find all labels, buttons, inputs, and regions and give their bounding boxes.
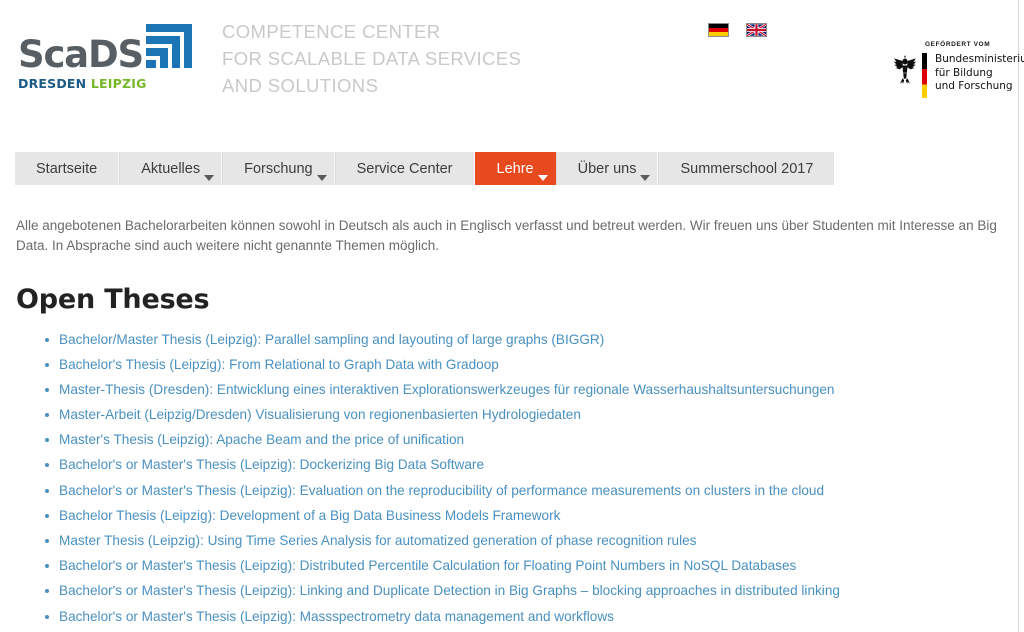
thesis-link[interactable]: Master Thesis (Leipzig): Using Time Seri… [59, 533, 696, 548]
logo-subtitle: DRESDEN LEIPZIG [18, 77, 188, 91]
funder-name-line-2: für Bildung [935, 66, 993, 79]
logo-city-leipzig: LEIPZIG [90, 76, 147, 91]
funder-logo: GEFÖRDERT VOM Bundesministeriu für Bildu… [893, 41, 1024, 98]
nested-corner-bars-icon [145, 24, 192, 73]
list-item: Master's Thesis (Leipzig): Apache Beam a… [45, 431, 1006, 449]
list-item: Master-Arbeit (Leipzig/Dresden) Visualis… [45, 406, 1006, 424]
site-header: ScaDS DRESDEN LEIPZIG COMPETENCE CENTER … [0, 0, 1024, 138]
language-switcher [708, 23, 767, 37]
open-theses-list: Bachelor/Master Thesis (Leipzig): Parall… [16, 331, 1006, 632]
thesis-link[interactable]: Master's Thesis (Leipzig): Apache Beam a… [59, 432, 464, 447]
list-item: Bachelor Thesis (Leipzig): Development o… [45, 507, 1006, 525]
chevron-down-icon [316, 175, 327, 181]
german-flag-icon[interactable] [708, 23, 729, 37]
chevron-down-icon [640, 175, 651, 181]
nav-item-aktuelles[interactable]: Aktuelles [119, 152, 223, 185]
uk-flag-icon[interactable] [746, 23, 767, 37]
nav-item-label: Lehre [496, 160, 534, 177]
logo-row: ScaDS [18, 24, 192, 76]
thesis-link[interactable]: Bachelor's or Master's Thesis (Leipzig):… [59, 583, 840, 598]
page-frame: ScaDS DRESDEN LEIPZIG COMPETENCE CENTER … [0, 0, 1024, 632]
thesis-link[interactable]: Master-Thesis (Dresden): Entwicklung ein… [59, 382, 834, 397]
list-item: Master-Thesis (Dresden): Entwicklung ein… [45, 381, 1006, 399]
chevron-down-icon [537, 175, 548, 181]
list-item: Bachelor's Thesis (Leipzig): From Relati… [45, 356, 1006, 374]
logo-city-dresden: DRESDEN [18, 76, 87, 91]
thesis-link[interactable]: Master-Arbeit (Leipzig/Dresden) Visualis… [59, 407, 581, 422]
page-title: Open Theses [16, 283, 210, 315]
tagline-line-2: FOR SCALABLE DATA SERVICES [222, 48, 522, 69]
page-root: ScaDS DRESDEN LEIPZIG COMPETENCE CENTER … [0, 0, 1024, 632]
funder-caption: GEFÖRDERT VOM [925, 41, 991, 48]
nav-item-label: Startseite [36, 160, 98, 177]
funder-name-line-3: und Forschung [935, 80, 1013, 92]
thesis-link[interactable]: Bachelor's or Master's Thesis (Leipzig):… [59, 558, 796, 573]
nav-item-label: Über uns [577, 160, 637, 177]
list-item: Bachelor's or Master's Thesis (Leipzig):… [45, 582, 1006, 600]
list-item: Bachelor's or Master's Thesis (Leipzig):… [45, 456, 1006, 474]
federal-eagle-icon [893, 54, 917, 86]
list-item: Bachelor's or Master's Thesis (Leipzig):… [45, 482, 1006, 500]
site-logo[interactable]: ScaDS DRESDEN LEIPZIG [18, 24, 192, 91]
funder-body: Bundesministerium für Bildung und Forsch… [893, 53, 1024, 98]
site-tagline: COMPETENCE CENTER FOR SCALABLE DATA SERV… [222, 18, 521, 99]
list-item: Master Thesis (Leipzig): Using Time Seri… [45, 532, 1006, 550]
funder-name-line-1: Bundesministerium [935, 53, 1024, 65]
thesis-link[interactable]: Bachelor's or Master's Thesis (Leipzig):… [59, 609, 614, 624]
nav-item-forschung[interactable]: Forschung [222, 152, 335, 185]
main-navigation: Startseite Aktuelles Forschung Service C… [15, 152, 835, 185]
thesis-link[interactable]: Bachelor's or Master's Thesis (Leipzig):… [59, 483, 824, 498]
main-content: Alle angebotenen Bachelorarbeiten können… [16, 202, 1006, 632]
nav-item-ueber-uns[interactable]: Über uns [555, 152, 659, 185]
nav-item-label: Summerschool 2017 [680, 160, 814, 177]
nav-item-lehre[interactable]: Lehre [474, 152, 556, 185]
nav-item-startseite[interactable]: Startseite [15, 152, 120, 185]
funder-name: Bundesministerium für Bildung und Forsch… [935, 53, 1024, 94]
thesis-link[interactable]: Bachelor/Master Thesis (Leipzig): Parall… [59, 332, 604, 347]
tagline-line-3: AND SOLUTIONS [222, 75, 379, 96]
german-flag-bar-icon [922, 53, 927, 98]
thesis-link[interactable]: Bachelor's Thesis (Leipzig): From Relati… [59, 357, 499, 372]
list-item: Bachelor's or Master's Thesis (Leipzig):… [45, 608, 1006, 626]
list-item: Bachelor/Master Thesis (Leipzig): Parall… [45, 331, 1006, 349]
list-item: Bachelor's or Master's Thesis (Leipzig):… [45, 557, 1006, 575]
tagline-line-1: COMPETENCE CENTER [222, 21, 441, 42]
nav-item-summerschool-2017[interactable]: Summerschool 2017 [658, 152, 835, 185]
intro-paragraph: Alle angebotenen Bachelorarbeiten können… [16, 217, 997, 253]
nav-item-service-center[interactable]: Service Center [334, 152, 475, 185]
chevron-down-icon [204, 175, 215, 181]
thesis-link[interactable]: Bachelor's or Master's Thesis (Leipzig):… [59, 457, 484, 472]
thesis-link[interactable]: Bachelor Thesis (Leipzig): Development o… [59, 508, 560, 523]
logo-wordmark: ScaDS [18, 33, 144, 76]
nav-item-label: Aktuelles [141, 160, 201, 177]
nav-item-label: Forschung [244, 160, 313, 177]
nav-item-label: Service Center [356, 160, 453, 177]
